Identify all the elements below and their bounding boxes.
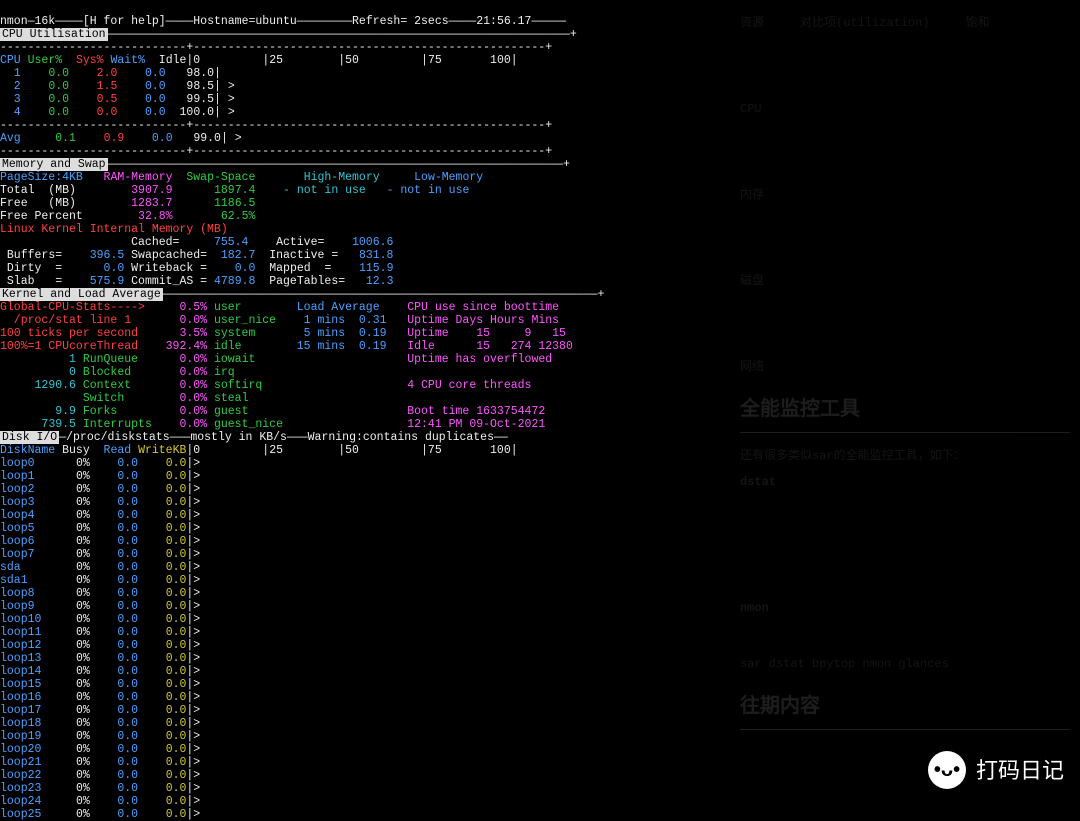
disk-rows: loop0 0% 0.0 0.0|> loop1 0% 0.0 0.0|> lo…	[0, 457, 200, 821]
kernel-rows: Global-CPU-Stats----> 0.5% user Load Ave…	[0, 301, 573, 431]
mem-section-label: Memory and Swap	[0, 158, 108, 171]
disk-section-label: Disk I/O	[0, 431, 59, 444]
cpu-avg-row: Avg 0.1 0.9 0.0 99.0| >	[0, 132, 242, 145]
cpu-section-label: CPU Utilisation	[0, 28, 108, 41]
watermark: •ᴗ• 打码日记	[928, 751, 1064, 789]
disk-header: DiskName Busy Read WriteKB|0 |25 |50 |75…	[0, 444, 518, 457]
terminal-output: nmon—16k————[H for help]————Hostname=ubu…	[0, 0, 560, 821]
header-line: nmon—16k————[H for help]————Hostname=ubu…	[0, 15, 566, 28]
cpu-header: CPU User% Sys% Wait% Idle|0 |25 |50 |75 …	[0, 54, 518, 67]
wechat-icon: •ᴗ•	[928, 751, 966, 789]
cpu-rows: 1 0.0 2.0 0.0 98.0| 2 0.0 1.5 0.0 98.5| …	[0, 67, 235, 119]
kernel-mem-label: Linux Kernel Internal Memory (MB)	[0, 223, 228, 236]
kernel-section-label: Kernel and Load Average	[0, 288, 163, 301]
